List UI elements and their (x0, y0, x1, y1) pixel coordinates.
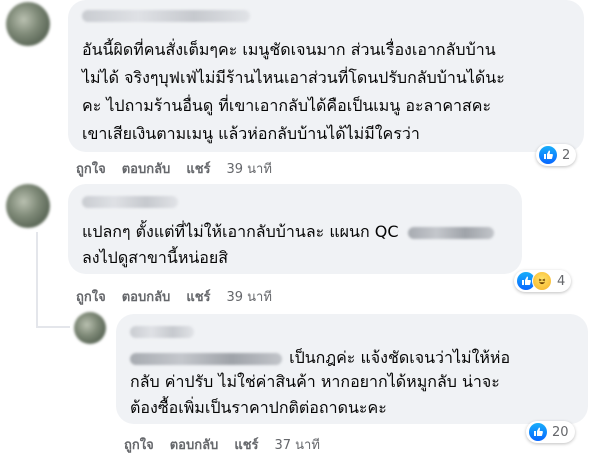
like-button[interactable]: ถูกใจ (76, 286, 106, 307)
blurred-mention (407, 226, 494, 239)
comment-text-line: ลงไปดูสาขานี้หน่อยสิ (82, 248, 229, 267)
comment-actions: ถูกใจ ตอบกลับ แชร์ 39 นาที (76, 158, 272, 179)
comment-text-line: ไม่ได้ จริงๆบุฟเฟ่ไม่มีร้านไหนเอาส่วนที่… (82, 68, 505, 87)
avatar[interactable] (6, 2, 50, 46)
haha-icon (532, 271, 552, 291)
author-name-blurred[interactable] (82, 10, 250, 22)
comment-actions: ถูกใจ ตอบกลับ แชร์ 37 นาที (124, 434, 320, 455)
comment-text-line: ต้องซื้อเพิ่มเป็นราคาปกติต่อถาดนะคะ (130, 398, 387, 417)
comment-text: แปลกๆ ตั้งแต่ที่ไม่ให้เอากลับบ้านละ แผนก… (82, 222, 399, 241)
reply-button[interactable]: ตอบกลับ (122, 286, 171, 307)
reply-button[interactable]: ตอบกลับ (122, 158, 171, 179)
reaction-summary[interactable]: 4 (514, 270, 572, 292)
timestamp[interactable]: 37 นาที (275, 434, 320, 455)
comment-text-line: กลับ ค่าปรับ ไม่ใช่ค่าสินค้า หากอยากได้ห… (130, 372, 500, 391)
avatar[interactable] (6, 184, 50, 228)
comment-bubble: อันนี้ผิดที่คนสั่งเต็มๆคะ เมนูชัดเจนมาก … (68, 0, 584, 152)
reaction-count: 4 (557, 273, 566, 289)
avatar[interactable] (74, 312, 106, 344)
reaction-summary[interactable]: 2 (536, 144, 577, 166)
share-button[interactable]: แชร์ (234, 434, 258, 455)
comment-text-line: เขาเสียเงินตามเมนู แล้วห่อกลับบ้านได้ไม่… (82, 124, 420, 143)
like-button[interactable]: ถูกใจ (76, 158, 106, 179)
share-button[interactable]: แชร์ (186, 286, 210, 307)
blurred-mention (130, 352, 282, 365)
reply-button[interactable]: ตอบกลับ (170, 434, 219, 455)
comment-bubble: แปลกๆ ตั้งแต่ที่ไม่ให้เอากลับบ้านละ แผนก… (68, 184, 522, 274)
timestamp[interactable]: 39 นาที (227, 158, 272, 179)
reaction-count: 20 (552, 424, 569, 440)
comment-text-line: คะ ไปถามร้านอื่นดู ที่เขาเอากลับได้คือเป… (82, 96, 492, 115)
author-name-blurred[interactable] (82, 196, 178, 208)
like-icon (539, 146, 557, 164)
comment-bubble: เป็นกฎค่ะ แจ้งชัดเจนว่าไม่ให้ห่อ กลับ ค่… (116, 314, 588, 424)
comment-text: เป็นกฎค่ะ แจ้งชัดเจนว่าไม่ให้ห่อ (289, 348, 511, 367)
thread-connector-elbow (36, 326, 70, 328)
comment-text-line: เป็นกฎค่ะ แจ้งชัดเจนว่าไม่ให้ห่อ (130, 348, 510, 368)
like-icon (529, 423, 547, 441)
reaction-count: 2 (562, 147, 571, 163)
comment-actions: ถูกใจ ตอบกลับ แชร์ 39 นาที (76, 286, 272, 307)
author-name-blurred[interactable] (130, 326, 194, 338)
like-button[interactable]: ถูกใจ (124, 434, 154, 455)
timestamp[interactable]: 39 นาที (227, 286, 272, 307)
share-button[interactable]: แชร์ (186, 158, 210, 179)
reaction-summary[interactable]: 20 (526, 421, 575, 443)
thread-connector (36, 232, 38, 328)
comment-text-line: อันนี้ผิดที่คนสั่งเต็มๆคะ เมนูชัดเจนมาก … (82, 40, 496, 59)
comment-text-line: แปลกๆ ตั้งแต่ที่ไม่ให้เอากลับบ้านละ แผนก… (82, 222, 494, 242)
